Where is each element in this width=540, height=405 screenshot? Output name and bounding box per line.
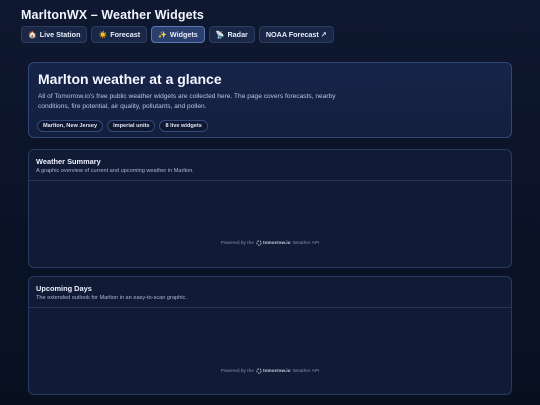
brand-name: tomorrow.io: [262, 368, 291, 374]
powered-by-link[interactable]: Powered by the tomorrow.io Weather API: [29, 240, 511, 246]
widget-title: Weather Summary: [36, 157, 101, 166]
tomorrow-io-icon: [256, 368, 262, 374]
tab-label: Live Station: [39, 30, 81, 39]
main-nav: 🏠 Live Station ☀️ Forecast ✨ Widgets 📡 R…: [21, 26, 334, 43]
hero-chips: Marlton, New Jersey Imperial units 8 liv…: [37, 120, 208, 132]
hero-description: All of Tomorrow.io's free public weather…: [38, 93, 336, 110]
home-icon: 🏠: [28, 31, 37, 39]
divider: [29, 307, 511, 308]
widget-count-chip: 8 live widgets: [159, 120, 208, 132]
page-title: MarltonWX – Weather Widgets: [21, 8, 204, 22]
tab-label: Forecast: [110, 30, 141, 39]
powered-by-link[interactable]: Powered by the tomorrow.io Weather API: [29, 368, 511, 374]
tomorrow-io-icon: [256, 240, 262, 246]
widget-subtitle: A graphic overview of current and upcomi…: [36, 168, 194, 174]
hero-card: Marlton weather at a glance All of Tomor…: [28, 62, 512, 138]
powered-prefix: Powered by the: [220, 368, 254, 374]
tomorrow-io-logo: tomorrow.io: [256, 368, 291, 374]
widget-subtitle: The extended outlook for Marlton in an e…: [36, 295, 187, 301]
tab-label: NOAA Forecast ↗: [265, 30, 327, 39]
tab-noaa-forecast-link[interactable]: NOAA Forecast ↗: [258, 26, 334, 43]
tab-widgets[interactable]: ✨ Widgets: [151, 26, 205, 43]
tomorrow-io-logo: tomorrow.io: [256, 240, 291, 246]
tab-forecast[interactable]: ☀️ Forecast: [91, 26, 148, 43]
sparkles-icon: ✨: [158, 31, 167, 39]
powered-suffix: Weather API: [292, 240, 320, 246]
weather-summary-widget: Weather Summary A graphic overview of cu…: [28, 149, 512, 268]
tab-label: Widgets: [169, 30, 198, 39]
sun-icon: ☀️: [98, 31, 108, 39]
brand-name: tomorrow.io: [262, 240, 291, 246]
tab-radar[interactable]: 📡 Radar: [208, 26, 255, 43]
divider: [29, 180, 511, 181]
widget-title: Upcoming Days: [36, 284, 92, 293]
upcoming-days-widget: Upcoming Days The extended outlook for M…: [28, 276, 512, 395]
tab-live-station[interactable]: 🏠 Live Station: [21, 26, 88, 43]
powered-suffix: Weather API: [292, 368, 320, 374]
location-chip: Marlton, New Jersey: [37, 120, 104, 132]
satellite-dish-icon: 📡: [215, 31, 225, 39]
units-chip: Imperial units: [107, 120, 156, 132]
powered-prefix: Powered by the: [220, 240, 254, 246]
tab-label: Radar: [227, 30, 248, 39]
hero-title: Marlton weather at a glance: [38, 71, 222, 87]
